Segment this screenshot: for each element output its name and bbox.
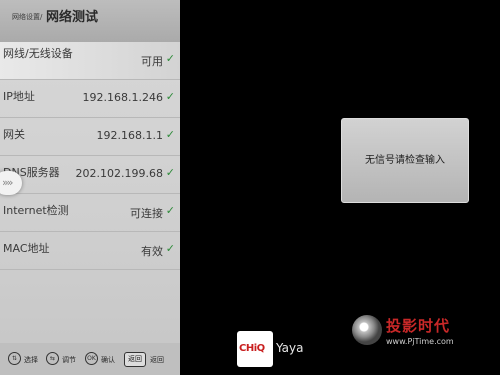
camera-lens-icon (352, 315, 382, 345)
row-device[interactable]: 网线/无线设备 可用 ✓ (0, 42, 180, 80)
row-mac[interactable]: MAC地址 有效 ✓ (0, 232, 180, 270)
panel-header: 网络设置/ 网络测试 (0, 0, 180, 42)
row-label: Internet检测 (3, 204, 69, 217)
double-chevron-right-icon: »» (2, 176, 14, 189)
watermark-url: www.PjTime.com (386, 337, 454, 346)
logo-text: CHiQ (239, 343, 265, 354)
watermark: 投影时代 www.PjTime.com (352, 313, 470, 353)
hint-back: 返回 (150, 356, 164, 364)
hint-confirm: 确认 (101, 356, 115, 364)
dpad-updown-icon: ⇅ (8, 352, 21, 365)
dpad-leftright-icon: ⇆ (46, 352, 59, 365)
check-icon: ✓ (165, 166, 175, 179)
hint-select: 选择 (24, 356, 38, 364)
key-hint-bar: ⇅ 选择 ⇆ 调节 OK 确认 返回 返回 (0, 343, 180, 375)
dialog-message: 无信号请检查输入 (365, 155, 445, 166)
row-value: 202.102.199.68 (75, 167, 163, 180)
check-icon: ✓ (165, 128, 175, 141)
breadcrumb[interactable]: 网络设置/ (12, 12, 42, 22)
row-gateway[interactable]: 网关 192.168.1.1 ✓ (0, 118, 180, 156)
hint-adjust: 调节 (62, 356, 76, 364)
row-value: 可用 (141, 55, 163, 68)
row-value: 192.168.1.1 (96, 129, 163, 142)
back-key-icon[interactable]: 返回 (124, 352, 146, 367)
row-label: 网线/无线设备 (3, 47, 73, 60)
row-value: 192.168.1.246 (82, 91, 163, 104)
page-title: 网络测试 (46, 10, 99, 25)
watermark-title: 投影时代 (386, 317, 451, 335)
chiq-logo[interactable]: CHiQ (237, 331, 273, 367)
row-dns[interactable]: DNS服务器 202.102.199.68 ✓ (0, 156, 180, 194)
row-value: 有效 (141, 245, 163, 258)
check-icon: ✓ (165, 52, 175, 65)
row-ip-address[interactable]: IP地址 192.168.1.246 ✓ (0, 80, 180, 118)
assistant-name: Yaya (276, 341, 304, 355)
check-icon: ✓ (165, 242, 175, 255)
row-label: IP地址 (3, 90, 35, 103)
network-test-panel: 网络设置/ 网络测试 网线/无线设备 可用 ✓ IP地址 192.168.1.2… (0, 0, 180, 375)
check-icon: ✓ (165, 204, 175, 217)
test-result-list: 网线/无线设备 可用 ✓ IP地址 192.168.1.246 ✓ 网关 192… (0, 42, 180, 270)
row-label: 网关 (3, 128, 25, 141)
ok-icon: OK (85, 352, 98, 365)
row-value: 可连接 (130, 207, 163, 220)
no-signal-dialog: 无信号请检查输入 (341, 118, 469, 203)
row-internet[interactable]: Internet检测 可连接 ✓ (0, 194, 180, 232)
row-label: MAC地址 (3, 242, 50, 255)
check-icon: ✓ (165, 90, 175, 103)
